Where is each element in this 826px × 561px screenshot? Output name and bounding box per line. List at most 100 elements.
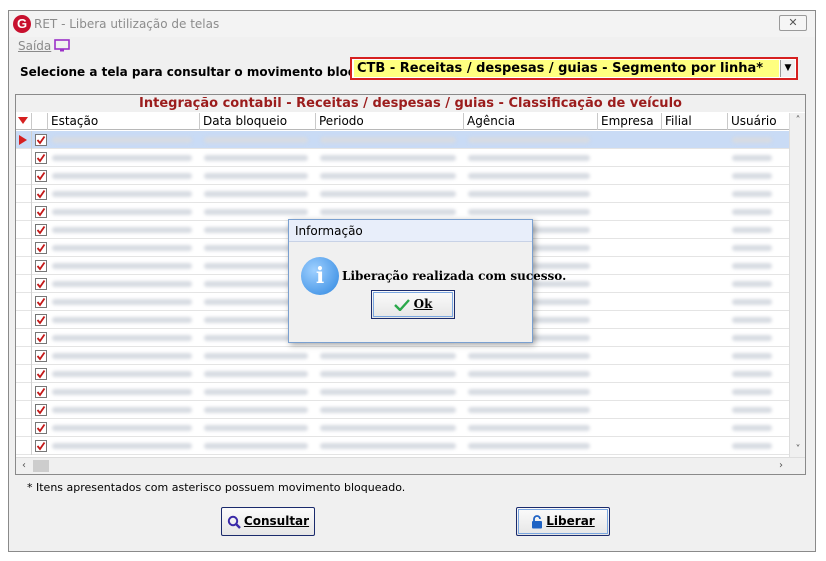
row-checkbox[interactable] xyxy=(35,134,47,146)
row-indicator[interactable] xyxy=(16,149,32,167)
redacted-cell xyxy=(52,299,192,305)
vertical-scrollbar[interactable]: ˄ ˅ xyxy=(789,113,805,457)
redacted-cell xyxy=(320,137,456,143)
scroll-thumb[interactable] xyxy=(33,460,49,472)
row-checkbox[interactable] xyxy=(35,314,47,326)
info-icon: i xyxy=(301,257,339,295)
screen-select[interactable]: CTB - Receitas / despesas / guias - Segm… xyxy=(350,57,798,80)
table-row[interactable] xyxy=(16,185,791,203)
row-checkbox[interactable] xyxy=(35,296,47,308)
scroll-up-icon[interactable]: ˄ xyxy=(790,115,805,126)
col-empresa[interactable]: Empresa xyxy=(598,113,662,130)
row-indicator[interactable] xyxy=(16,257,32,275)
row-indicator[interactable] xyxy=(16,221,32,239)
row-checkbox[interactable] xyxy=(35,260,47,272)
row-indicator[interactable] xyxy=(16,185,32,203)
consultar-label: Consultar xyxy=(243,514,310,528)
sort-indicator-icon[interactable] xyxy=(16,113,32,130)
redacted-cell xyxy=(52,407,192,413)
redacted-cell xyxy=(320,407,456,413)
chevron-down-icon[interactable]: ▼ xyxy=(780,60,795,77)
table-row[interactable] xyxy=(16,167,791,185)
row-checkbox[interactable] xyxy=(35,206,47,218)
table-row[interactable] xyxy=(16,131,791,149)
col-filial[interactable]: Filial xyxy=(662,113,728,130)
redacted-cell xyxy=(732,407,772,413)
redacted-cell xyxy=(52,137,192,143)
col-estacao[interactable]: Estação xyxy=(48,113,200,130)
row-indicator[interactable] xyxy=(16,203,32,221)
close-button[interactable]: ✕ xyxy=(779,15,807,31)
redacted-cell xyxy=(204,155,308,161)
ok-label: Ok xyxy=(413,297,433,311)
consultar-button[interactable]: Consultar xyxy=(221,507,315,536)
row-indicator[interactable] xyxy=(16,167,32,185)
redacted-cell xyxy=(204,173,308,179)
menu-saida[interactable]: Saída xyxy=(18,39,51,53)
table-row[interactable] xyxy=(16,365,791,383)
redacted-cell xyxy=(732,389,772,395)
unlock-icon xyxy=(532,514,543,528)
scroll-right-icon[interactable]: › xyxy=(773,460,789,471)
scroll-down-icon[interactable]: ˅ xyxy=(790,444,805,455)
row-indicator[interactable] xyxy=(16,131,32,149)
col-periodo[interactable]: Periodo xyxy=(316,113,464,130)
redacted-cell xyxy=(468,371,590,377)
row-indicator[interactable] xyxy=(16,383,32,401)
redacted-cell xyxy=(732,155,772,161)
row-checkbox[interactable] xyxy=(35,350,47,362)
row-checkbox[interactable] xyxy=(35,170,47,182)
row-checkbox[interactable] xyxy=(35,332,47,344)
redacted-cell xyxy=(468,407,590,413)
row-checkbox[interactable] xyxy=(35,386,47,398)
scroll-left-icon[interactable]: ‹ xyxy=(16,460,32,471)
redacted-cell xyxy=(204,389,308,395)
redacted-cell xyxy=(732,227,772,233)
monitor-icon[interactable] xyxy=(54,39,70,52)
horizontal-scrollbar[interactable]: ‹ › xyxy=(16,457,805,474)
redacted-cell xyxy=(52,371,192,377)
row-checkbox[interactable] xyxy=(35,422,47,434)
table-row[interactable] xyxy=(16,383,791,401)
row-indicator[interactable] xyxy=(16,365,32,383)
row-indicator[interactable] xyxy=(16,437,32,455)
table-row[interactable] xyxy=(16,401,791,419)
header-check-column xyxy=(32,113,48,130)
redacted-cell xyxy=(468,155,590,161)
row-indicator[interactable] xyxy=(16,239,32,257)
table-row[interactable] xyxy=(16,437,791,455)
redacted-cell xyxy=(732,263,772,269)
row-checkbox[interactable] xyxy=(35,152,47,164)
row-indicator[interactable] xyxy=(16,311,32,329)
table-row[interactable] xyxy=(16,347,791,365)
row-indicator[interactable] xyxy=(16,275,32,293)
redacted-cell xyxy=(52,443,192,449)
row-checkbox[interactable] xyxy=(35,278,47,290)
redacted-cell xyxy=(732,245,772,251)
ok-button[interactable]: Ok xyxy=(371,290,455,319)
row-checkbox[interactable] xyxy=(35,188,47,200)
row-indicator[interactable] xyxy=(16,347,32,365)
row-indicator[interactable] xyxy=(16,293,32,311)
redacted-cell xyxy=(52,191,192,197)
redacted-cell xyxy=(204,407,308,413)
row-indicator[interactable] xyxy=(16,401,32,419)
table-row[interactable] xyxy=(16,419,791,437)
row-checkbox[interactable] xyxy=(35,404,47,416)
col-agencia[interactable]: Agência xyxy=(464,113,598,130)
row-indicator[interactable] xyxy=(16,329,32,347)
row-checkbox[interactable] xyxy=(35,242,47,254)
redacted-cell xyxy=(732,299,772,305)
row-checkbox[interactable] xyxy=(35,224,47,236)
col-usuario[interactable]: Usuário xyxy=(728,113,791,130)
liberar-button[interactable]: Liberar xyxy=(516,507,610,536)
table-row[interactable] xyxy=(16,149,791,167)
redacted-cell xyxy=(732,425,772,431)
row-checkbox[interactable] xyxy=(35,368,47,380)
row-checkbox[interactable] xyxy=(35,440,47,452)
row-indicator[interactable] xyxy=(16,419,32,437)
redacted-cell xyxy=(732,335,772,341)
redacted-cell xyxy=(468,389,590,395)
redacted-cell xyxy=(320,443,456,449)
col-data-bloqueio[interactable]: Data bloqueio xyxy=(200,113,316,130)
